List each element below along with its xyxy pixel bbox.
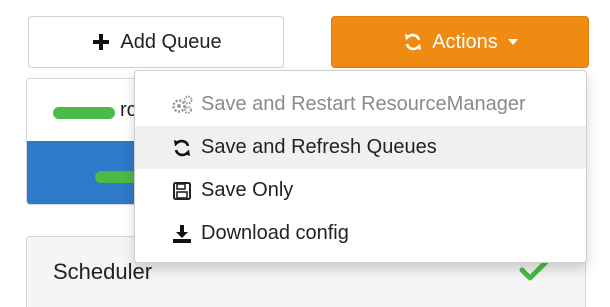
add-queue-button[interactable]: Add Queue (28, 16, 284, 68)
menu-item-label: Save Only (201, 179, 294, 201)
caret-down-icon (507, 39, 518, 45)
actions-dropdown-button[interactable]: Actions (331, 16, 589, 68)
actions-label: Actions (432, 30, 498, 53)
plus-icon (90, 31, 112, 53)
gears-icon (171, 94, 193, 116)
capacity-bar (53, 107, 115, 119)
menu-item-label: Download config (201, 222, 349, 244)
download-icon (171, 223, 193, 245)
menu-item-download-config[interactable]: Download config (135, 212, 586, 255)
menu-item-label: Save and Restart ResourceManager (201, 93, 526, 115)
menu-item-save-only[interactable]: Save Only (135, 169, 586, 212)
add-queue-label: Add Queue (120, 30, 222, 53)
actions-dropdown-menu: Save and Restart ResourceManager Save an… (134, 70, 587, 263)
menu-item-save-refresh[interactable]: Save and Refresh Queues (135, 126, 586, 169)
menu-item-label: Save and Refresh Queues (201, 136, 437, 158)
floppy-disk-icon (171, 180, 193, 202)
menu-item-save-restart[interactable]: Save and Restart ResourceManager (135, 83, 586, 126)
page: Add Queue Actions rc Scheduler Save and … (0, 0, 610, 307)
refresh-icon (402, 31, 424, 53)
refresh-icon (171, 137, 193, 159)
